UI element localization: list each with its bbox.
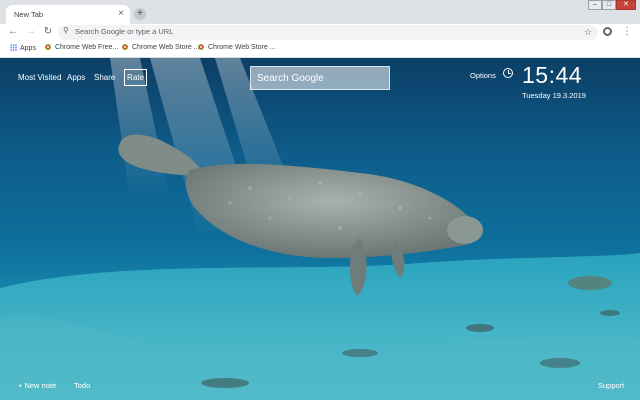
browser-menu-icon[interactable]: ⋮ xyxy=(622,25,632,39)
bookmark-star-icon[interactable]: ☆ xyxy=(584,27,592,38)
address-bar[interactable]: ⚲ Search Google or type a URL xyxy=(58,25,598,40)
minimize-button[interactable]: – xyxy=(588,0,602,10)
new-tab-page: Most Visited Apps Share Rate Options 15:… xyxy=(0,58,640,400)
bookmark-label: Chrome Web Free... xyxy=(55,44,119,51)
chrome-web-store-icon xyxy=(122,44,128,50)
tab-title: New Tab xyxy=(14,10,44,19)
search-icon: ⚲ xyxy=(63,26,69,35)
maximize-button[interactable]: □ xyxy=(602,0,616,10)
apps-link[interactable]: Apps xyxy=(67,73,85,82)
chrome-web-store-icon xyxy=(45,44,51,50)
address-bar-placeholder: Search Google or type a URL xyxy=(75,27,174,36)
close-window-button[interactable]: ✕ xyxy=(616,0,636,10)
support-link[interactable]: Support xyxy=(598,381,624,390)
bookmark-item[interactable]: Chrome Web Store ... xyxy=(198,44,276,51)
browser-titlebar: New Tab × + – □ ✕ xyxy=(0,0,640,26)
bookmark-item[interactable]: Chrome Web Store ... xyxy=(122,44,200,51)
most-visited-link[interactable]: Most Visited xyxy=(18,73,61,82)
options-link[interactable]: Options xyxy=(470,71,496,80)
bookmark-label: Apps xyxy=(20,45,36,52)
clock-date: Tuesday 19.3.2019 xyxy=(522,91,586,100)
bookmarks-bar: Apps Chrome Web Free... Chrome Web Store… xyxy=(0,41,640,58)
clock-time: 15:44 xyxy=(522,62,583,88)
bookmark-apps[interactable]: Apps xyxy=(10,44,36,52)
bookmark-item[interactable]: Chrome Web Free... xyxy=(45,44,118,51)
forward-arrow-icon[interactable]: → xyxy=(25,26,37,38)
new-tab-button[interactable]: + xyxy=(134,8,146,20)
share-link[interactable]: Share xyxy=(94,73,115,82)
clock-icon[interactable] xyxy=(503,68,513,78)
browser-toolbar: ← → ↻ ⚲ Search Google or type a URL ☆ ⋮ xyxy=(0,24,640,41)
chrome-web-store-icon xyxy=(198,44,204,50)
google-search-input[interactable] xyxy=(250,66,390,90)
back-arrow-icon[interactable]: ← xyxy=(7,26,19,38)
manatee-background-image xyxy=(0,58,640,400)
apps-grid-icon xyxy=(10,44,17,51)
new-note-button[interactable]: + New note xyxy=(18,381,56,390)
reload-icon[interactable]: ↻ xyxy=(42,26,54,38)
tab-close-icon[interactable]: × xyxy=(118,8,124,19)
rate-button[interactable]: Rate xyxy=(124,69,147,86)
bookmark-label: Chrome Web Store ... xyxy=(208,44,276,51)
tab-new-tab[interactable]: New Tab × xyxy=(6,5,130,26)
bookmark-label: Chrome Web Store ... xyxy=(132,44,200,51)
profile-icon[interactable] xyxy=(603,27,612,36)
todo-button[interactable]: Todo xyxy=(74,381,90,390)
